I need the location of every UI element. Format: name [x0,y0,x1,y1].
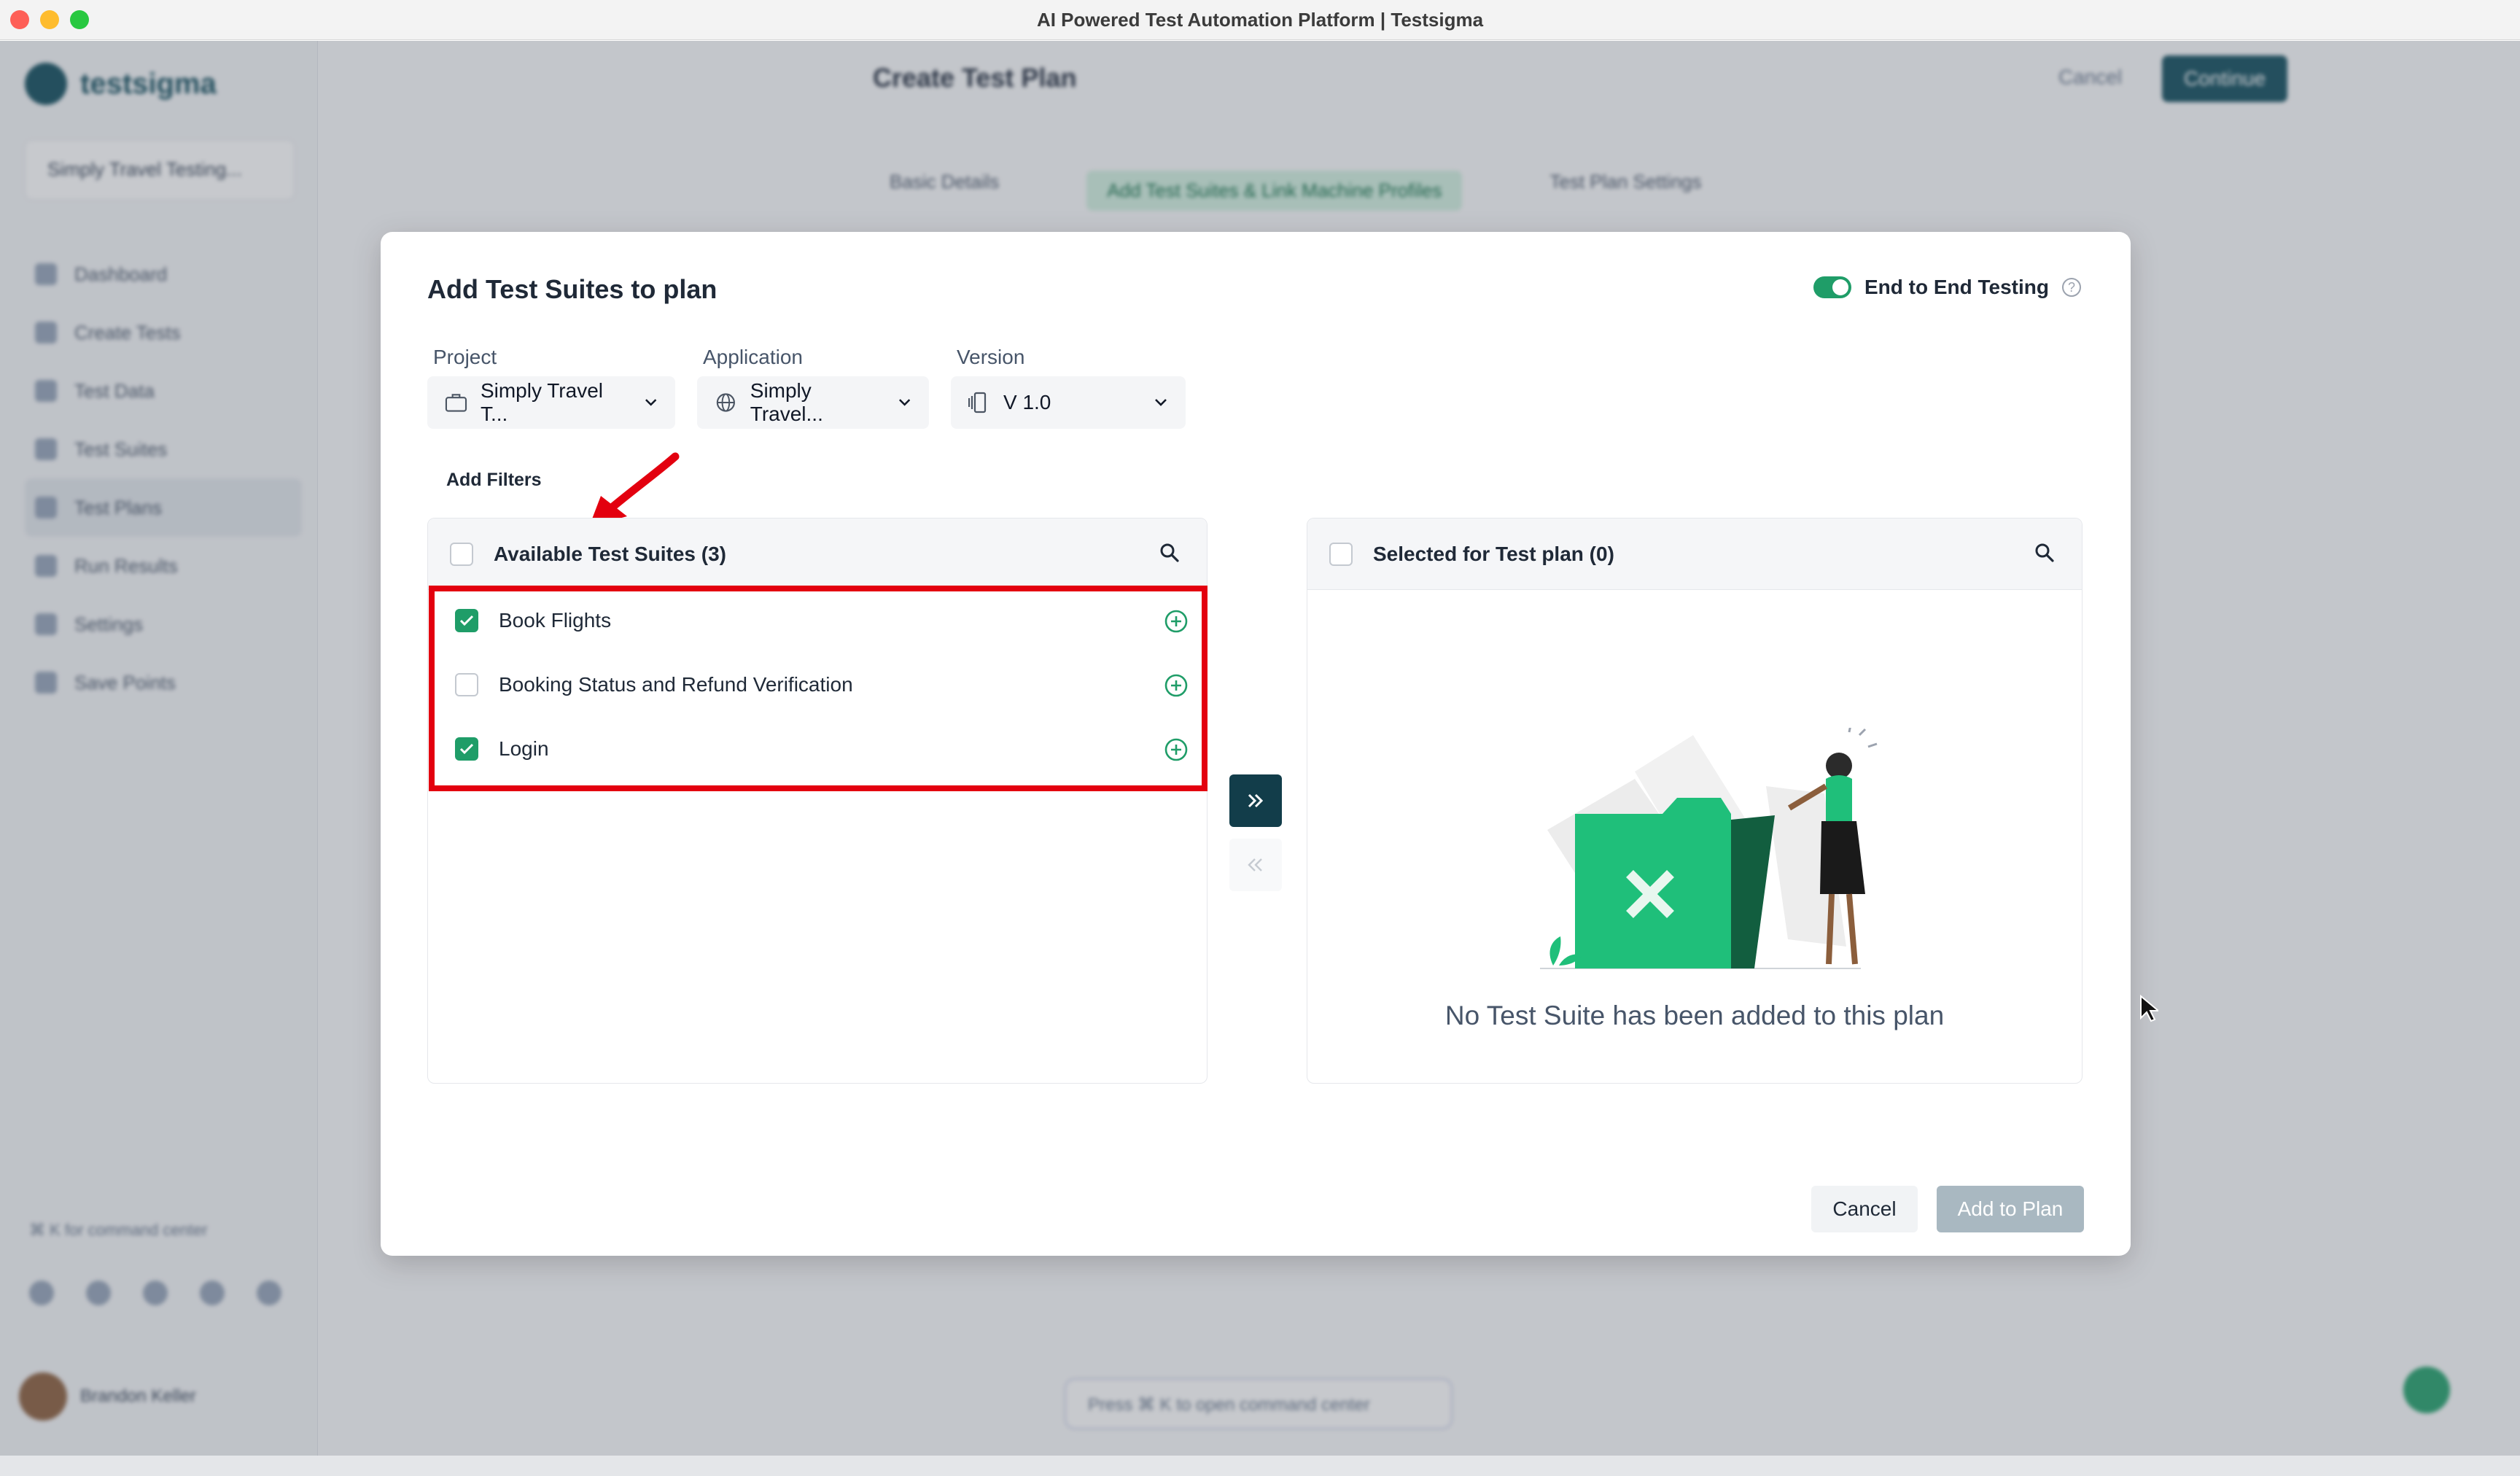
cancel-button[interactable]: Cancel [1811,1186,1918,1232]
suite-checkbox[interactable] [455,737,478,761]
version-label: Version [957,346,1025,368]
chevron-down-icon [1155,399,1167,406]
window-bottom-strip [0,1456,2520,1476]
version-select-value: V 1.0 [1003,391,1051,413]
project-select-value: Simply Travel T... [480,379,603,425]
mouse-cursor-icon [2140,995,2158,1022]
search-icon[interactable] [2034,542,2056,564]
list-item[interactable]: Booking Status and Refund Verification [455,673,853,696]
project-select[interactable]: Simply Travel T... [427,376,675,429]
available-suites-list: Book Flights Booking Status and Refund V… [429,586,1208,791]
end-to-end-toggle[interactable] [1813,276,1851,298]
double-chevron-right-icon [1248,793,1264,808]
empty-folder-illustration [1540,728,1878,969]
select-all-selected-checkbox[interactable] [1329,542,1353,566]
suite-name: Booking Status and Refund Verification [499,673,853,696]
suite-checkbox[interactable] [455,673,478,696]
list-item[interactable]: Book Flights [455,609,611,632]
question-mark-icon[interactable]: ? [2062,278,2081,297]
version-select[interactable]: V 1.0 [951,376,1186,429]
suite-name: Book Flights [499,609,612,632]
move-left-button[interactable] [1229,839,1282,891]
selected-suites-header: Selected for Test plan (0) [1307,518,2082,590]
selected-suites-title: Selected for Test plan (0) [1373,542,1614,565]
double-chevron-left-icon [1248,858,1262,871]
briefcase-icon [445,394,467,412]
end-to-end-label: End to End Testing [1864,276,2049,298]
project-label: Project [433,346,497,368]
select-all-available-checkbox[interactable] [450,542,473,566]
available-suites-title: Available Test Suites (3) [494,542,726,565]
add-to-plan-button[interactable]: Add to Plan [1937,1186,2084,1232]
dialog-title: Add Test Suites to plan [427,274,718,304]
chevron-down-icon [898,399,910,406]
application-select[interactable]: Simply Travel... [697,376,929,429]
add-circle-icon[interactable] [1164,609,1189,634]
add-filters-link[interactable]: Add Filters [446,470,542,491]
suite-name: Login [499,737,549,760]
chevron-down-icon [645,399,656,406]
globe-icon [716,393,735,412]
empty-state-message: No Test Suite has been added to this pla… [1444,1001,1945,1030]
window-title: AI Powered Test Automation Platform | Te… [1036,9,1484,31]
checkmark-icon [459,615,474,626]
suite-checkbox[interactable] [455,609,478,632]
application-select-value: Simply Travel... [750,379,823,425]
add-circle-icon[interactable] [1164,673,1189,698]
checkmark-icon [459,743,474,755]
list-item[interactable]: Login [455,737,549,761]
add-test-suites-dialog: Add Test Suites to plan End to End Testi… [381,232,2158,1256]
add-circle-icon[interactable] [1164,737,1189,762]
application-label: Application [703,346,803,368]
end-to-end-setting: End to End Testing ? [1813,276,2081,299]
window-titlebar: AI Powered Test Automation Platform | Te… [0,0,2520,40]
versions-icon [968,392,987,413]
available-suites-header: Available Test Suites (3) [428,518,1207,590]
move-right-button[interactable] [1229,774,1282,827]
search-icon[interactable] [1159,542,1181,564]
